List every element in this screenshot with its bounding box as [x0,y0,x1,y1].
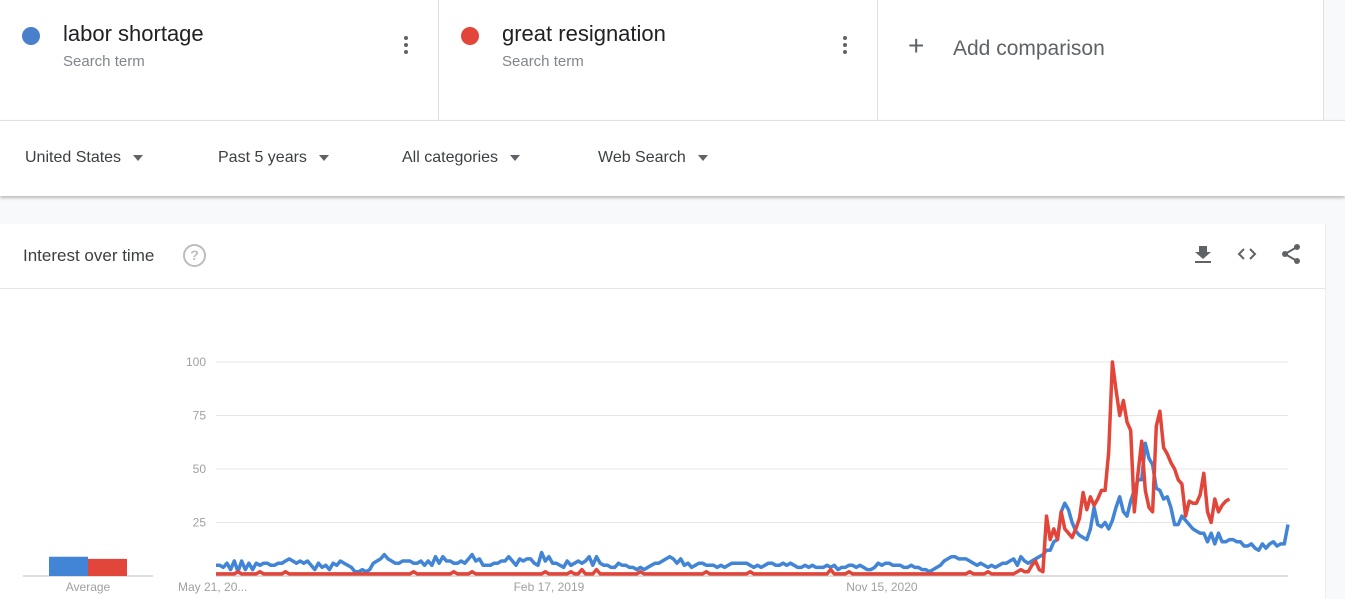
term-name[interactable]: labor shortage [63,21,204,47]
plus-icon: + [908,30,925,61]
average-label: Average [66,580,111,594]
y-tick-label: 100 [186,355,206,369]
add-comparison-label: Add comparison [953,37,1105,60]
category-dropdown-label: All categories [402,149,499,166]
caret-down-icon [510,155,521,161]
average-bar-great-resignation [88,558,127,576]
more-options-icon[interactable] [400,36,412,58]
y-tick-label: 25 [193,516,207,530]
more-options-icon[interactable] [839,36,851,58]
term-card-great-resignation[interactable]: great resignation Search term [439,0,878,120]
interest-over-time-card: Interest over time ? 25 50 75 100 May 21, 20… [0,224,1326,599]
x-tick-label: Nov 15, 2020 [846,580,918,594]
series-line-great-resignation [216,360,1231,576]
term-card-labor-shortage[interactable]: labor shortage Search term [0,0,439,120]
search-terms-bar: labor shortage Search term great resigna… [0,0,1324,120]
interest-chart[interactable]: 25 50 75 100 May 21, 20... Feb 17, 2019 Nov 15… [0,224,1325,599]
y-tick-label: 75 [193,409,207,423]
average-bar-labor-shortage [49,556,88,576]
region-dropdown[interactable]: United States [25,149,144,167]
category-dropdown[interactable]: All categories [402,149,521,167]
caret-down-icon [697,155,708,161]
series-line-labor-shortage [216,441,1290,574]
search-type-dropdown-label: Web Search [598,149,686,166]
filter-bar: United States Past 5 years All categorie… [0,120,1345,196]
series-color-dot-icon [461,27,479,45]
series-color-dot-icon [22,27,40,45]
y-tick-label: 50 [193,462,207,476]
x-tick-label: Feb 17, 2019 [514,580,585,594]
caret-down-icon [318,155,329,161]
x-tick-label: May 21, 20... [178,580,247,594]
time-range-dropdown[interactable]: Past 5 years [218,149,329,167]
region-dropdown-label: United States [25,149,122,166]
term-type: Search term [63,53,145,70]
add-comparison-button[interactable]: + Add comparison [878,0,1321,120]
caret-down-icon [133,155,144,161]
term-name[interactable]: great resignation [502,21,666,47]
term-type: Search term [502,53,584,70]
time-range-dropdown-label: Past 5 years [218,149,307,166]
search-type-dropdown[interactable]: Web Search [598,149,708,167]
